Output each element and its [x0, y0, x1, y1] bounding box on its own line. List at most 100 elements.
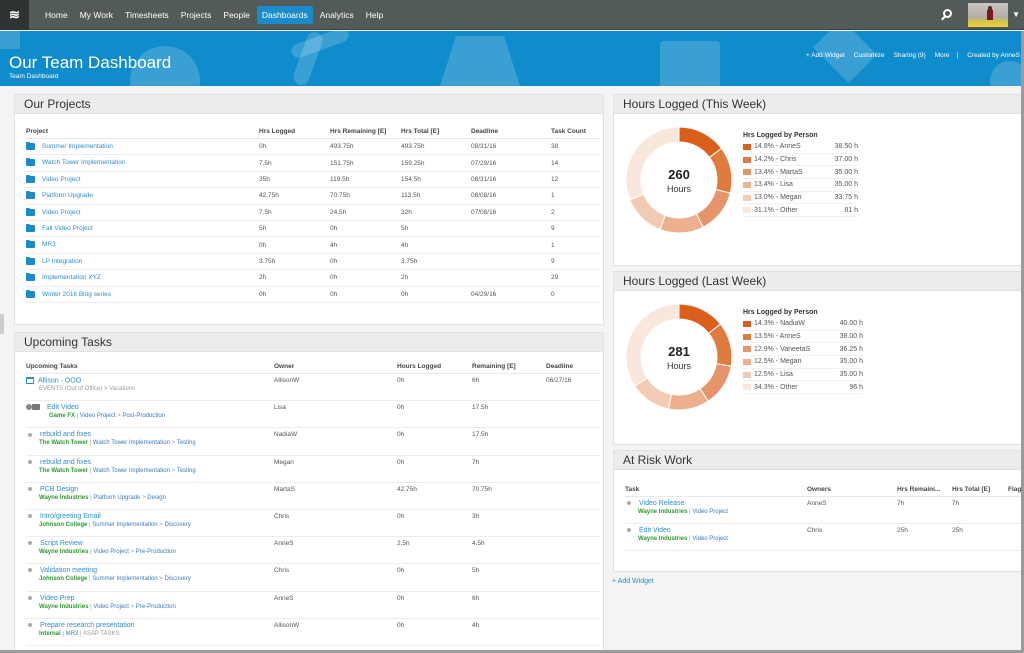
table-row[interactable]: Prepare research presentation Internal | …	[26, 618, 600, 646]
client-name[interactable]: Wayne Industries	[39, 495, 88, 501]
column-header[interactable]: Hrs Total [E]	[401, 128, 471, 139]
client-name[interactable]: Johnson College	[39, 522, 87, 528]
breadcrumb-item[interactable]: Video Project	[93, 549, 129, 555]
nav-item-help[interactable]: Help	[361, 6, 388, 24]
project-link[interactable]: Watch Tower Implementation	[42, 160, 125, 167]
user-avatar[interactable]	[968, 2, 1009, 27]
task-link[interactable]: rebuild and fixes	[40, 431, 91, 438]
column-header[interactable]: Hrs Remaining [E]	[330, 128, 401, 139]
legend-item[interactable]: 14.8% - AnneS 38.50 h	[743, 141, 858, 154]
task-link[interactable]: Validation meeting	[40, 567, 97, 574]
table-row[interactable]: LP Integration 3.75h 0h 3.75h 9	[26, 253, 600, 271]
nav-item-analytics[interactable]: Analytics	[315, 6, 359, 24]
table-row[interactable]: rebuild and fixes The Watch Tower | Watch…	[26, 427, 600, 456]
table-row[interactable]: Platform Upgrade 42.75h 70.75h 113.5h 08/08/…	[26, 187, 600, 205]
legend-item[interactable]: 12.5% - Lisa 35.00 h	[743, 369, 863, 382]
table-row[interactable]: Implementation XYZ 2h 0h 2h 29	[26, 269, 600, 287]
app-logo-icon[interactable]: ≋	[0, 0, 29, 30]
nav-item-home[interactable]: Home	[40, 6, 73, 24]
table-row[interactable]: Summer Implementation 0h 493.75h 493.75h 08/…	[26, 138, 600, 156]
column-header[interactable]: Project	[26, 128, 259, 139]
legend-item[interactable]: 12.5% - Megan 35.00 h	[743, 356, 863, 369]
column-header[interactable]: Hrs Logged	[259, 128, 330, 139]
table-row[interactable]: Video Project 35h 119.5h 154.5h 08/31/16 12	[26, 171, 600, 189]
table-row[interactable]: Validation meeting Johnson College | Summ…	[26, 563, 600, 592]
project-link[interactable]: Platform Upgrade	[42, 192, 93, 199]
breadcrumb-item[interactable]: Post-Production	[122, 413, 165, 419]
search-icon[interactable]	[940, 8, 954, 22]
legend-item[interactable]: 31.1% - Other 81 h	[743, 204, 858, 218]
table-row[interactable]: Video Release Wayne Industries | Video Pr…	[625, 496, 1024, 524]
column-header[interactable]: Task	[625, 486, 807, 497]
task-link[interactable]: Edit Video	[47, 404, 79, 411]
table-row[interactable]: PCB Design Wayne Industries | Platform Up…	[26, 482, 600, 510]
breadcrumb-item[interactable]: Discovery	[164, 522, 190, 528]
legend-item[interactable]: 12.9% - VaneetaS 36.25 h	[743, 343, 863, 357]
column-header[interactable]: Task Count	[551, 128, 600, 139]
client-name[interactable]: The Watch Tower	[39, 468, 88, 474]
table-row[interactable]: MR3 0h 4h 4h 1	[26, 236, 600, 254]
more-link[interactable]: More	[935, 52, 950, 59]
project-link[interactable]: Winter 2016 Blog series	[42, 291, 111, 298]
client-name[interactable]: Internal	[39, 631, 61, 637]
donut-slice-lisa[interactable]	[659, 213, 704, 234]
nav-item-projects[interactable]: Projects	[176, 6, 217, 24]
client-name[interactable]: Wayne Industries	[638, 536, 687, 542]
table-row[interactable]: rebuild and fixes The Watch Tower | Watch…	[26, 455, 600, 483]
legend-item[interactable]: 13.4% - Lisa 35.00 h	[743, 179, 858, 192]
project-link[interactable]: Fall Video Project	[42, 225, 93, 232]
donut-slice-megan[interactable]	[629, 193, 666, 231]
project-link[interactable]: Video Project	[42, 176, 81, 183]
table-row[interactable]: Watch Tower Implementation 7.5h 151.75h 159…	[26, 154, 600, 172]
task-link[interactable]: Script Review	[40, 540, 83, 547]
legend-item[interactable]: 34.3% - Other 96 h	[743, 381, 863, 395]
legend-item[interactable]: 14.2% - Chris 37.00 h	[743, 154, 858, 167]
breadcrumb-item[interactable]: Summer Implementation	[92, 576, 157, 582]
breadcrumb-item[interactable]: Pre-Production	[136, 604, 176, 610]
task-link[interactable]: Video Release	[639, 500, 684, 507]
nav-item-dashboards[interactable]: Dashboards	[256, 5, 313, 24]
breadcrumb-item[interactable]: Platform Upgrade	[93, 495, 140, 501]
breadcrumb-item[interactable]: Video Project	[80, 413, 116, 419]
sharing-link[interactable]: Sharing (9)	[894, 52, 926, 59]
table-row[interactable]: Edit Video Game FX | Video Project > Post…	[26, 400, 600, 429]
created-by-link[interactable]: Created by AnneS	[967, 52, 1020, 59]
task-link[interactable]: Allison - OOO	[38, 377, 81, 384]
project-link[interactable]: LP Integration	[42, 258, 82, 265]
donut-slice-megan[interactable]	[667, 388, 709, 411]
column-header[interactable]: Upcoming Tasks	[26, 363, 274, 374]
client-name[interactable]: Wayne Industries	[39, 549, 88, 555]
user-menu-caret-icon[interactable]: ▼	[1012, 10, 1020, 19]
sidebar-drag-handle[interactable]	[0, 314, 4, 334]
breadcrumb-item[interactable]: Video Project	[93, 604, 129, 610]
breadcrumb-item[interactable]: Design	[147, 495, 166, 501]
table-row[interactable]: Fall Video Project 5h 0h 5h 9	[26, 220, 600, 238]
donut-slice-martas[interactable]	[695, 188, 731, 228]
client-name[interactable]: Game FX	[49, 413, 75, 419]
customize-link[interactable]: Customize	[854, 52, 885, 59]
project-link[interactable]: MR3	[42, 242, 56, 249]
nav-item-people[interactable]: People	[218, 6, 254, 24]
table-row[interactable]: Video Project 7.5h 24.5h 32h 07/08/16 2	[26, 204, 600, 221]
task-link[interactable]: Prepare research presentation	[40, 622, 135, 629]
column-header[interactable]: Hrs Remaini...	[897, 486, 952, 497]
legend-item[interactable]: 13.4% - MartaS 35.00 h	[743, 166, 858, 180]
table-row[interactable]: Video Prep Wayne Industries | Video Proje…	[26, 591, 600, 619]
project-link[interactable]: Summer Implementation	[42, 143, 113, 150]
breadcrumb-item[interactable]: Video Project	[692, 536, 728, 542]
donut-slice-annes[interactable]	[708, 323, 733, 367]
column-header[interactable]: Owners	[807, 486, 897, 497]
table-row[interactable]: Allison - OOO EVENTS (Out of Office) > Va…	[26, 373, 600, 402]
table-row[interactable]: Intro/greeting Email Johnson College | Su…	[26, 509, 600, 538]
toggle-icon[interactable]	[26, 404, 41, 411]
breadcrumb-item[interactable]: Discovery	[164, 576, 190, 582]
breadcrumb-item[interactable]: Summer Implementation	[92, 522, 157, 528]
legend-item[interactable]: 14.3% - NadiaW 40.00 h	[743, 318, 863, 331]
breadcrumb-item[interactable]: ASAP TASKS	[83, 631, 120, 637]
donut-slice-chris[interactable]	[708, 147, 733, 194]
project-link[interactable]: Video Project	[42, 209, 81, 216]
table-row[interactable]: Script Review Wayne Industries | Video Pr…	[26, 536, 600, 565]
breadcrumb-item[interactable]: Video Project	[692, 509, 728, 515]
legend-item[interactable]: 13.0% - Megan 33.75 h	[743, 192, 858, 205]
task-link[interactable]: Edit Video	[639, 527, 671, 534]
